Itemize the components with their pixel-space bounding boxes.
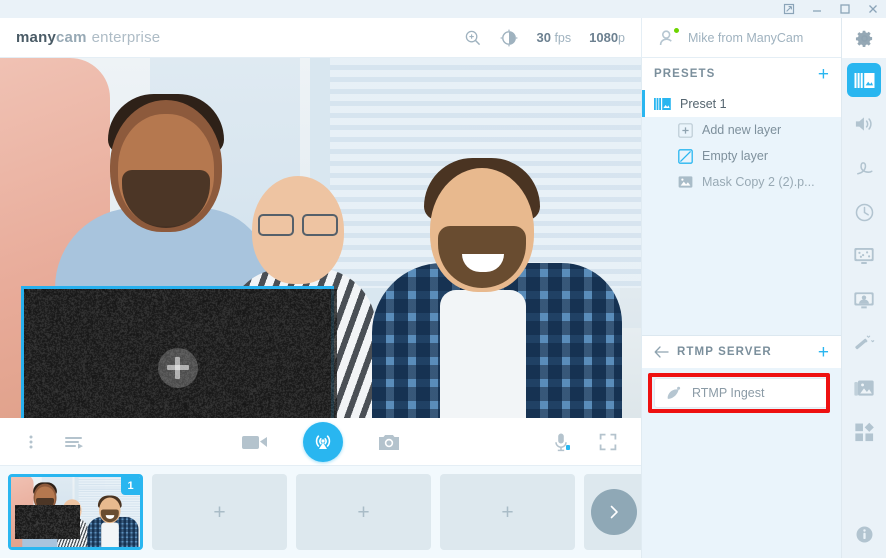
layer-item-add-new[interactable]: Add new layer bbox=[642, 117, 841, 143]
rtmp-item-label: RTMP Ingest bbox=[692, 386, 765, 400]
layer-label: Add new layer bbox=[702, 123, 781, 137]
plus-icon: + bbox=[213, 502, 225, 523]
sidebar-item-backgrounds[interactable] bbox=[842, 278, 886, 322]
preset-thumbnail-strip[interactable]: 1 + + + + bbox=[0, 466, 641, 558]
thumbnail-empty-slot[interactable]: + bbox=[440, 474, 575, 550]
chevron-right-icon bbox=[606, 504, 622, 520]
rtmp-list: RTMP Ingest bbox=[642, 378, 841, 408]
sidebar-item-magic-wand[interactable] bbox=[842, 322, 886, 366]
minimize-window-button[interactable] bbox=[810, 2, 824, 16]
user-account-bar[interactable]: Mike from ManyCam bbox=[641, 18, 841, 58]
plus-icon[interactable] bbox=[158, 348, 198, 388]
add-rtmp-button[interactable]: + bbox=[818, 343, 829, 362]
empty-layer-icon bbox=[678, 149, 693, 164]
fps-value: 30 bbox=[536, 30, 550, 45]
add-preset-button[interactable]: + bbox=[818, 65, 829, 84]
layer-label: Empty layer bbox=[702, 149, 768, 163]
thumbnail-badge: 1 bbox=[121, 477, 140, 495]
back-arrow-icon[interactable] bbox=[654, 346, 669, 358]
camera-snapshot-icon[interactable] bbox=[377, 432, 401, 452]
more-options-icon[interactable] bbox=[24, 433, 38, 451]
magic-wand-icon bbox=[853, 333, 875, 355]
video-camera-icon[interactable] bbox=[241, 432, 269, 452]
selection-indicator bbox=[642, 90, 645, 117]
sidebar-item-info[interactable] bbox=[855, 525, 874, 544]
logo-cam: cam bbox=[56, 29, 87, 46]
playback-controls bbox=[0, 418, 641, 466]
plus-icon: + bbox=[501, 502, 513, 523]
add-layer-icon bbox=[678, 123, 693, 138]
zoom-in-icon[interactable] bbox=[464, 29, 482, 47]
fps-indicator: 30 fps bbox=[536, 30, 571, 45]
user-name: Mike from ManyCam bbox=[688, 31, 803, 45]
squiggle-icon bbox=[854, 158, 875, 178]
plus-icon: + bbox=[357, 502, 369, 523]
close-window-button[interactable] bbox=[866, 2, 880, 16]
sidebar-item-media[interactable] bbox=[842, 366, 886, 410]
maximize-window-button[interactable] bbox=[838, 2, 852, 16]
resolution-value: 1080 bbox=[589, 30, 618, 45]
avatar bbox=[658, 28, 678, 48]
tool-sidebar bbox=[841, 18, 886, 558]
logo-enterprise: enterprise bbox=[92, 29, 161, 46]
person-screen-icon bbox=[853, 290, 875, 310]
grid-apps-icon bbox=[854, 422, 875, 443]
playlist-icon[interactable] bbox=[64, 433, 84, 451]
resolution-indicator: 1080p bbox=[589, 30, 625, 45]
video-preview[interactable] bbox=[0, 58, 641, 418]
sidebar-item-effects[interactable] bbox=[842, 146, 886, 190]
rtmp-title: RTMP SERVER bbox=[677, 346, 772, 358]
monitor-effects-icon bbox=[853, 246, 875, 266]
presets-icon bbox=[847, 63, 881, 97]
sidebar-item-presets[interactable] bbox=[842, 58, 886, 102]
preset-item-1[interactable]: Preset 1 bbox=[642, 90, 841, 117]
clock-icon bbox=[854, 202, 875, 223]
presets-title: PRESETS bbox=[654, 68, 715, 80]
preset-thumbnail-icon bbox=[654, 97, 671, 111]
rtmp-item-ingest[interactable]: RTMP Ingest bbox=[654, 378, 829, 408]
rtmp-header: RTMP SERVER + bbox=[642, 336, 841, 368]
sidebar-item-scheduler[interactable] bbox=[842, 190, 886, 234]
status-badge bbox=[673, 27, 680, 34]
selected-layer-frame[interactable] bbox=[21, 286, 334, 418]
app-header: manycam enterprise 30 fps 1080p bbox=[0, 18, 641, 58]
restore-window-button[interactable] bbox=[782, 2, 796, 16]
fps-unit: fps bbox=[554, 31, 571, 45]
sidebar-item-chroma-key[interactable] bbox=[842, 234, 886, 278]
sidebar-item-apps[interactable] bbox=[842, 410, 886, 454]
info-icon bbox=[855, 525, 874, 544]
presets-panel: PRESETS + Preset 1 Add new layer Empty l… bbox=[641, 58, 841, 558]
mic-active-indicator bbox=[566, 445, 570, 450]
images-stack-icon bbox=[853, 378, 875, 398]
broadcast-button[interactable] bbox=[303, 422, 343, 462]
sidebar-item-audio[interactable] bbox=[842, 102, 886, 146]
preset-label: Preset 1 bbox=[680, 97, 727, 111]
satellite-dish-icon bbox=[666, 386, 682, 401]
logo-many: many bbox=[16, 29, 56, 46]
image-layer-icon bbox=[678, 175, 693, 189]
presets-header: PRESETS + bbox=[642, 58, 841, 90]
strip-next-button[interactable] bbox=[591, 489, 637, 535]
speaker-icon bbox=[854, 114, 875, 134]
resolution-unit: p bbox=[618, 31, 625, 45]
title-bar bbox=[0, 0, 886, 18]
layer-item-mask[interactable]: Mask Copy 2 (2).p... bbox=[642, 169, 841, 195]
thumbnail-empty-slot[interactable]: + bbox=[152, 474, 287, 550]
thumbnail-layer-noise bbox=[15, 505, 80, 539]
header-tools: 30 fps 1080p bbox=[464, 29, 641, 47]
sidebar-item-settings[interactable] bbox=[842, 18, 886, 58]
gear-icon bbox=[855, 29, 874, 48]
layer-list: Add new layer Empty layer Mask Copy 2 (2… bbox=[642, 117, 841, 335]
manycam-window: manycam enterprise 30 fps 1080p Mike from… bbox=[0, 0, 886, 558]
layer-item-empty[interactable]: Empty layer bbox=[642, 143, 841, 169]
thumbnail-preset-1[interactable]: 1 bbox=[8, 474, 143, 550]
app-logo: manycam enterprise bbox=[16, 29, 160, 46]
microphone-icon[interactable] bbox=[553, 432, 569, 452]
fullscreen-icon[interactable] bbox=[599, 432, 617, 452]
thumbnail-empty-slot[interactable]: + bbox=[296, 474, 431, 550]
brightness-icon[interactable] bbox=[500, 29, 518, 47]
layer-label: Mask Copy 2 (2).p... bbox=[702, 175, 815, 189]
broadcast-icon bbox=[311, 430, 335, 454]
